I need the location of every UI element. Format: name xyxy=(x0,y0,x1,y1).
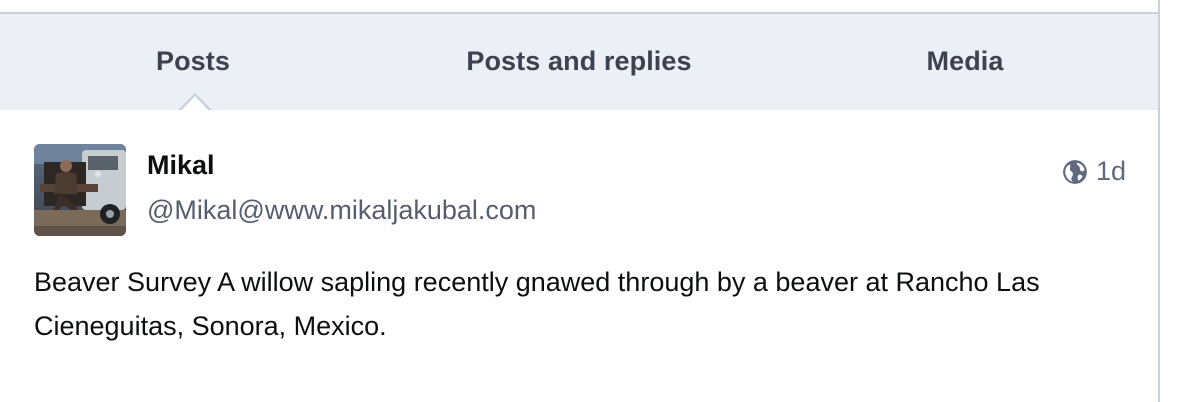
display-name[interactable]: Mikal xyxy=(147,150,215,181)
avatar-photo xyxy=(34,144,126,236)
timeline-tabs: Posts Posts and replies Media xyxy=(0,12,1158,114)
globe-icon xyxy=(1063,159,1087,184)
tab-posts-label: Posts xyxy=(155,45,231,76)
post-age[interactable]: 1d xyxy=(1096,156,1126,187)
timeline-view: Posts Posts and replies Media Mikal @Mik… xyxy=(0,0,1180,402)
post-meta: 1d xyxy=(1062,156,1126,187)
account-handle[interactable]: @Mikal@www.mikaljakubal.com xyxy=(147,195,536,226)
column-top-strip xyxy=(0,0,1158,12)
tab-media[interactable]: Media xyxy=(772,14,1158,110)
status-post[interactable]: Mikal @Mikal@www.mikaljakubal.com 1d Bea… xyxy=(0,110,1158,402)
post-content: Beaver Survey A willow sapling recently … xyxy=(34,267,1040,341)
avatar[interactable] xyxy=(34,144,126,236)
tab-posts-and-replies[interactable]: Posts and replies xyxy=(386,14,772,110)
account-timeline-column: Posts Posts and replies Media Mikal @Mik… xyxy=(0,0,1160,402)
tab-media-label: Media xyxy=(926,45,1004,76)
tab-posts-and-replies-label: Posts and replies xyxy=(466,45,692,76)
